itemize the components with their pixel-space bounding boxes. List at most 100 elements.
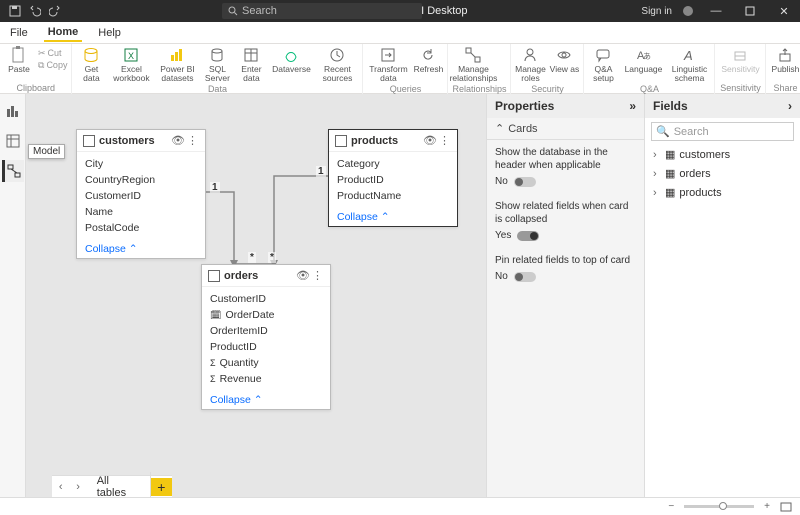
- dataverse-button[interactable]: Dataverse: [270, 46, 312, 84]
- visibility-icon[interactable]: 👁: [423, 134, 435, 147]
- cut-icon: ✂: [38, 48, 46, 59]
- pbi-icon: [168, 46, 186, 64]
- field-item[interactable]: ProductID: [202, 339, 330, 355]
- tab-all-tables[interactable]: All tables: [87, 472, 151, 498]
- svg-text:あ: あ: [643, 52, 651, 61]
- refresh-button[interactable]: Refresh: [413, 46, 443, 84]
- maximize-button[interactable]: [738, 0, 762, 22]
- model-canvas[interactable]: 1 * 1 * customers👁⋮ City CountryRegion C…: [26, 94, 486, 497]
- linguistic-schema-button[interactable]: ALinguistic schema: [668, 46, 710, 84]
- field-item[interactable]: OrderItemID: [202, 323, 330, 339]
- menu-home[interactable]: Home: [44, 24, 83, 42]
- collapse-button[interactable]: Collapse ⌃: [77, 240, 205, 258]
- roles-icon: [521, 46, 539, 64]
- view-as-button[interactable]: View as: [549, 46, 579, 84]
- menu-help[interactable]: Help: [94, 25, 125, 41]
- publish-button[interactable]: Publish: [770, 46, 800, 83]
- fields-table-products[interactable]: ›▦products: [645, 183, 800, 202]
- field-item[interactable]: PostalCode: [77, 220, 205, 236]
- language-button[interactable]: AあLanguage: [622, 46, 664, 84]
- more-icon[interactable]: ⋮: [439, 134, 451, 147]
- tab-strip: ‹ › All tables +: [52, 475, 172, 497]
- avatar-icon[interactable]: [682, 5, 694, 17]
- rel-orders-many-1: *: [248, 252, 256, 263]
- table-card-customers[interactable]: customers👁⋮ City CountryRegion CustomerI…: [76, 129, 206, 259]
- field-item[interactable]: City: [77, 156, 205, 172]
- recent-sources-button[interactable]: Recent sources: [316, 46, 358, 84]
- sql-server-button[interactable]: SQL Server: [202, 46, 232, 84]
- search-icon: [228, 6, 238, 16]
- field-item[interactable]: ProductID: [329, 172, 457, 188]
- rel-products-one: 1: [316, 166, 326, 177]
- ribbon: Paste ✂Cut ⧉Copy Clipboard Get data XExc…: [0, 44, 800, 94]
- transform-data-button[interactable]: Transform data: [367, 46, 409, 84]
- sensitivity-button[interactable]: Sensitivity: [719, 46, 761, 83]
- add-tab-button[interactable]: +: [151, 478, 172, 496]
- lang-icon: Aあ: [634, 46, 652, 64]
- fields-table-orders[interactable]: ›▦orders: [645, 164, 800, 183]
- close-button[interactable]: ✕: [772, 0, 796, 22]
- global-search[interactable]: Search: [222, 3, 422, 19]
- cut-button[interactable]: ✂Cut: [38, 48, 67, 59]
- fields-search[interactable]: 🔍Search: [651, 122, 794, 141]
- report-view-button[interactable]: [2, 100, 24, 122]
- collapse-pane-icon[interactable]: »: [629, 99, 636, 113]
- table-card-orders[interactable]: orders👁⋮ CustomerID 🗓OrderDate OrderItem…: [201, 264, 331, 410]
- excel-button[interactable]: XExcel workbook: [110, 46, 152, 84]
- ribbon-group-security: Manage roles View as Security: [511, 44, 584, 94]
- qa-setup-button[interactable]: Q&A setup: [588, 46, 618, 84]
- expand-pane-icon[interactable]: ›: [788, 99, 792, 113]
- field-item[interactable]: CountryRegion: [77, 172, 205, 188]
- collapse-button[interactable]: Collapse ⌃: [202, 391, 330, 409]
- properties-title: Properties: [495, 99, 554, 113]
- model-tooltip: Model: [28, 144, 65, 159]
- field-item[interactable]: ProductName: [329, 188, 457, 204]
- table-card-products[interactable]: products👁⋮ Category ProductID ProductNam…: [328, 129, 458, 227]
- sign-in[interactable]: Sign in: [641, 6, 672, 17]
- undo-icon[interactable]: [28, 4, 42, 18]
- field-item[interactable]: Category: [329, 156, 457, 172]
- ribbon-group-sensitivity: Sensitivity Sensitivity: [715, 44, 766, 94]
- prop-label: Pin related fields to top of card: [495, 254, 636, 267]
- more-icon[interactable]: ⋮: [187, 134, 199, 147]
- toggle-related-fields[interactable]: [517, 231, 539, 241]
- data-view-button[interactable]: [2, 130, 24, 152]
- field-item[interactable]: ΣQuantity: [202, 355, 330, 371]
- redo-icon[interactable]: [48, 4, 62, 18]
- table-icon: [208, 270, 220, 282]
- field-item[interactable]: ΣRevenue: [202, 371, 330, 387]
- visibility-icon[interactable]: 👁: [171, 134, 183, 147]
- zoom-out-button[interactable]: −: [668, 501, 674, 512]
- collapse-button[interactable]: Collapse ⌃: [329, 208, 457, 226]
- manage-relationships-button[interactable]: Manage relationships: [452, 46, 494, 84]
- field-item[interactable]: CustomerID: [77, 188, 205, 204]
- manage-roles-button[interactable]: Manage roles: [515, 46, 545, 84]
- zoom-slider[interactable]: [684, 505, 754, 508]
- cards-section-header[interactable]: ⌃Cards: [487, 118, 644, 140]
- field-item[interactable]: Name: [77, 204, 205, 220]
- minimize-button[interactable]: —: [704, 0, 728, 22]
- model-view-button[interactable]: [2, 160, 24, 182]
- tab-prev-button[interactable]: ‹: [52, 481, 69, 493]
- field-item[interactable]: 🗓OrderDate: [202, 307, 330, 323]
- field-item[interactable]: CustomerID: [202, 291, 330, 307]
- get-data-button[interactable]: Get data: [76, 46, 106, 84]
- copy-button[interactable]: ⧉Copy: [38, 60, 67, 71]
- fit-to-page-button[interactable]: [780, 502, 792, 512]
- toggle-db-header[interactable]: [514, 177, 536, 187]
- paste-button[interactable]: Paste: [4, 46, 34, 83]
- pbi-datasets-button[interactable]: Power BI datasets: [156, 46, 198, 84]
- zoom-in-button[interactable]: +: [764, 501, 770, 512]
- toggle-pin-fields[interactable]: [514, 272, 536, 282]
- more-icon[interactable]: ⋮: [312, 269, 324, 282]
- sensitivity-icon: [731, 46, 749, 64]
- save-icon[interactable]: [8, 4, 22, 18]
- sigma-icon: Σ: [210, 374, 216, 384]
- recent-icon: [328, 46, 346, 64]
- table-icon: ▦: [665, 148, 675, 161]
- enter-data-button[interactable]: Enter data: [236, 46, 266, 84]
- fields-table-customers[interactable]: ›▦customers: [645, 145, 800, 164]
- tab-next-button[interactable]: ›: [69, 481, 86, 493]
- visibility-icon[interactable]: 👁: [296, 269, 308, 282]
- menu-file[interactable]: File: [6, 25, 32, 41]
